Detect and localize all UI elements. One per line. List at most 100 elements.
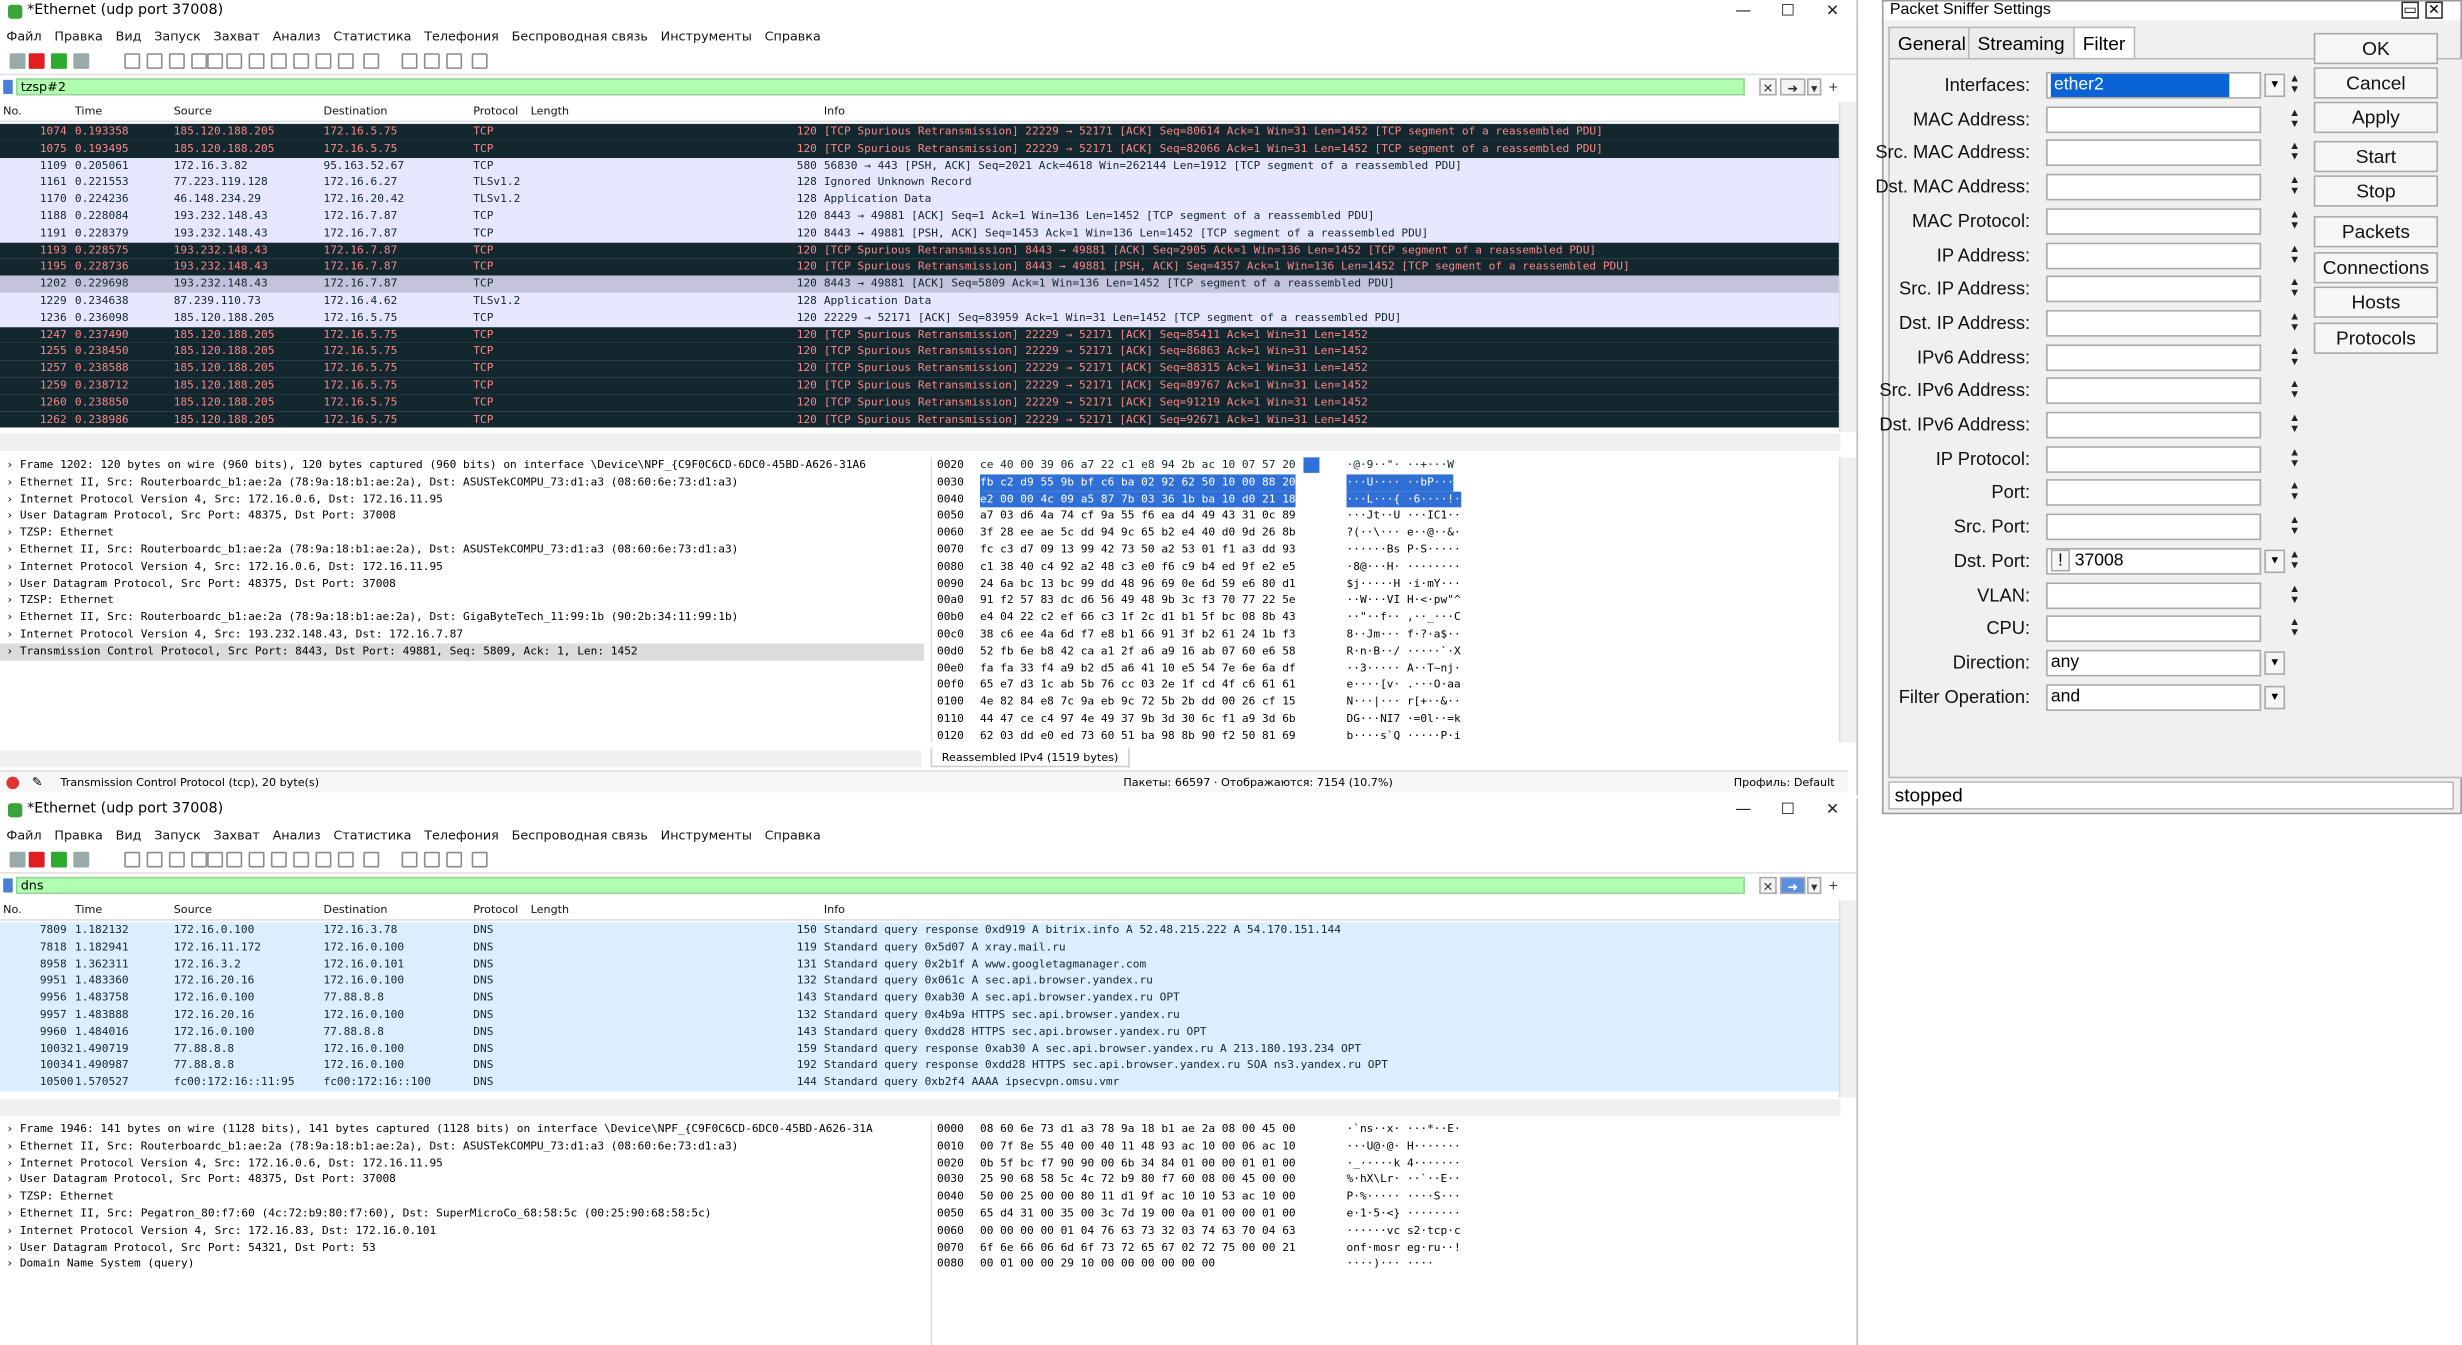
add-remove-arrows-icon[interactable]: ▲ ▼ [2288, 176, 2301, 201]
add-remove-arrows-icon[interactable]: ▲ ▼ [2288, 345, 2301, 370]
hex-row[interactable]: 0000 08 60 6e 73 d1 a3 78 9a 18 b1 ae 2a … [932, 1121, 1839, 1138]
autoscroll-icon[interactable] [337, 53, 354, 69]
expand-chevron-icon[interactable]: › [6, 1258, 19, 1271]
detail-tree-item[interactable]: › Domain Name System (query) [0, 1256, 924, 1273]
connections-button[interactable]: Connections [2313, 252, 2439, 284]
dropdown-arrow-icon[interactable]: ▼ [2264, 549, 2286, 573]
column-header[interactable]: No. [3, 900, 22, 920]
capture-options-icon[interactable] [73, 851, 90, 868]
colorize-icon[interactable] [363, 53, 380, 69]
menu-item[interactable]: Телефония [424, 828, 499, 842]
status-profile[interactable]: Профиль: Default [1734, 772, 1835, 794]
hex-row[interactable]: 0080 00 01 00 00 29 10 00 00 00 00 00 00 ·… [932, 1256, 1839, 1273]
minimize-icon[interactable]: — [1721, 0, 1766, 23]
tab-streaming[interactable]: Streaming [1967, 26, 2075, 58]
packet-row[interactable]: 10034 1.490987 77.88.8.8 172.16.0.100 DNS 192… [0, 1057, 1841, 1075]
expand-chevron-icon[interactable]: › [6, 509, 19, 522]
packet-list-hscrollbar[interactable] [0, 1099, 1841, 1117]
column-header[interactable]: Time [75, 900, 102, 920]
bookmark-icon[interactable] [3, 79, 13, 94]
expand-chevron-icon[interactable]: › [6, 459, 19, 472]
hex-row[interactable]: 00d0 52 fb 6e b8 42 ca a1 2f a6 a9 16 ab … [932, 643, 1839, 660]
apply-filter-arrow-icon[interactable]: ➜ [1779, 876, 1806, 895]
packet-list-vscrollbar[interactable] [1838, 101, 1857, 433]
packet-details-pane[interactable]: › Frame 1946: 141 bytes on wire (1128 bi… [0, 1121, 924, 1345]
packet-list-hscrollbar[interactable] [0, 433, 1841, 451]
expand-chevron-icon[interactable]: › [6, 1173, 19, 1186]
expert-info-icon[interactable] [6, 776, 20, 790]
menu-item[interactable]: Запуск [154, 828, 201, 842]
open-icon[interactable] [124, 53, 141, 69]
hex-row[interactable]: 0060 3f 28 ee ae 5c dd 94 9c 65 b2 e4 40 … [932, 525, 1839, 542]
column-header[interactable]: Time [75, 102, 102, 122]
menu-item[interactable]: Вид [116, 828, 142, 842]
column-header[interactable]: Length [531, 900, 569, 920]
packet-row[interactable]: 1161 0.221553 77.223.119.128 172.16.6.27 TLS… [0, 174, 1841, 192]
last-packet-icon[interactable] [315, 53, 332, 69]
add-remove-arrows-icon[interactable]: ▲ ▼ [2288, 311, 2301, 336]
field-input[interactable] [2046, 207, 2262, 235]
column-header[interactable]: Protocol [473, 900, 518, 920]
add-remove-arrows-icon[interactable]: ▲ ▼ [2288, 447, 2301, 472]
detail-tree-item[interactable]: › Internet Protocol Version 4, Src: 172.… [0, 1223, 924, 1240]
close-icon[interactable]: ✕ [1810, 799, 1855, 822]
normal-size-icon[interactable] [446, 851, 463, 868]
first-packet-icon[interactable] [293, 851, 310, 868]
menu-item[interactable]: Захват [214, 30, 260, 44]
ok-button[interactable]: OK [2313, 32, 2439, 65]
menu-item[interactable]: Запуск [154, 30, 201, 44]
hex-row[interactable]: 0060 00 00 00 00 01 04 76 63 73 32 03 74 … [932, 1223, 1839, 1240]
menu-item[interactable]: Телефония [424, 30, 499, 44]
go-forward-icon[interactable] [248, 53, 265, 69]
add-remove-arrows-icon[interactable]: ▲ ▼ [2288, 583, 2301, 608]
packet-row[interactable]: 1257 0.238588 185.120.188.205 172.16.5.75 TC… [0, 360, 1841, 378]
expand-chevron-icon[interactable]: › [6, 1241, 19, 1254]
go-forward-icon[interactable] [248, 851, 265, 868]
packets-button[interactable]: Packets [2313, 216, 2439, 248]
resize-columns-icon[interactable] [471, 851, 488, 868]
stop-capture-icon[interactable] [28, 53, 45, 69]
capture-options-icon[interactable] [73, 53, 90, 69]
hex-row[interactable]: 0040 50 00 25 00 00 80 11 d1 9f ac 10 10 … [932, 1189, 1839, 1206]
detail-tree-item[interactable]: › User Datagram Protocol, Src Port: 5432… [0, 1239, 924, 1256]
add-remove-arrows-icon[interactable]: ▲ ▼ [2288, 379, 2301, 404]
bytes-vscrollbar[interactable] [1838, 457, 1857, 743]
restart-capture-icon[interactable] [50, 851, 67, 868]
restore-icon[interactable]: ▭ [2401, 1, 2419, 19]
packet-row[interactable]: 8958 1.362311 172.16.3.2 172.16.0.101 DNS 131… [0, 956, 1841, 973]
cancel-button[interactable]: Cancel [2313, 67, 2439, 99]
column-header[interactable]: Source [174, 900, 212, 920]
detail-tree-item[interactable]: › Internet Protocol Version 4, Src: 172.… [0, 491, 924, 508]
field-input[interactable]: ! 37008 [2046, 547, 2262, 575]
close-file-icon[interactable] [168, 53, 185, 69]
detail-tree-item[interactable]: › User Datagram Protocol, Src Port: 4837… [0, 1172, 924, 1189]
expand-chevron-icon[interactable]: › [6, 645, 19, 658]
expand-chevron-icon[interactable]: › [6, 577, 19, 590]
column-header[interactable]: Protocol [473, 102, 518, 122]
field-input[interactable]: any [2046, 649, 2262, 677]
field-input[interactable] [2046, 309, 2262, 337]
packet-row[interactable]: 10500 1.570527 fc00:172:16::11:95 fc00:172:… [0, 1074, 1841, 1092]
packet-row[interactable]: 1193 0.228575 193.232.148.43 172.16.7.87 TCP… [0, 242, 1841, 259]
packet-row[interactable]: 1075 0.193495 185.120.188.205 172.16.5.75 TC… [0, 140, 1841, 158]
packet-bytes-pane[interactable]: 0020 ce 40 00 39 06 a7 22 c1 e8 94 2b ac … [930, 457, 1839, 743]
packet-row[interactable]: 1074 0.193358 185.120.188.205 172.16.5.75 TC… [0, 123, 1841, 141]
field-input[interactable] [2046, 377, 2262, 405]
menu-item[interactable]: Анализ [273, 828, 321, 842]
hosts-button[interactable]: Hosts [2313, 286, 2439, 318]
hex-row[interactable]: 0030 25 90 68 58 5c 4c 72 b9 80 f7 60 08 … [932, 1172, 1839, 1189]
menu-item[interactable]: Беспроводная связь [512, 828, 648, 842]
detail-tree-item[interactable]: › Frame 1202: 120 bytes on wire (960 bit… [0, 457, 924, 474]
add-remove-arrows-icon[interactable]: ▲ ▼ [2288, 74, 2301, 99]
menu-item[interactable]: Статистика [333, 828, 411, 842]
zoom-out-icon[interactable] [423, 53, 440, 69]
expand-chevron-icon[interactable]: › [6, 1207, 19, 1220]
packet-row[interactable]: 1259 0.238712 185.120.188.205 172.16.5.75 TC… [0, 377, 1841, 395]
restart-capture-icon[interactable] [50, 53, 67, 69]
open-file-icon[interactable] [9, 851, 26, 868]
normal-size-icon[interactable] [446, 53, 463, 69]
go-back-icon[interactable] [226, 851, 243, 868]
packet-row[interactable]: 1191 0.228379 193.232.148.43 172.16.7.87 TCP… [0, 225, 1841, 243]
reload-icon[interactable] [191, 851, 208, 868]
packet-row[interactable]: 1188 0.228084 193.232.148.43 172.16.7.87 TCP… [0, 208, 1841, 226]
